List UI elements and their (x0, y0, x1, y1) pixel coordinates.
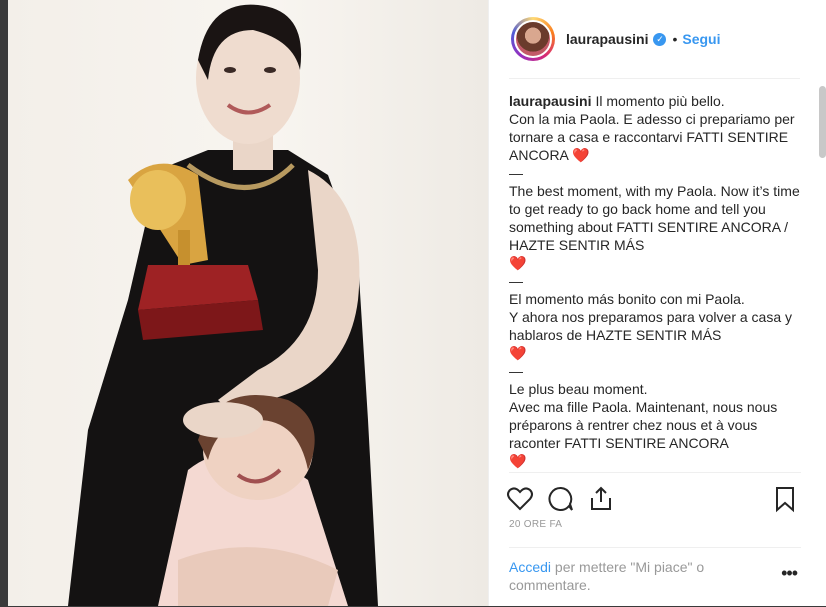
caption-scrollbar[interactable] (819, 86, 826, 158)
caption-username[interactable]: laurapausini (509, 93, 591, 109)
photo-illustration (68, 4, 378, 606)
caption-text-3: — El momento más bonito con mi Paola. Y … (509, 273, 793, 361)
follow-button[interactable]: Segui (682, 31, 720, 47)
caption-block: laurapausini Il momento più bello. Con la… (509, 92, 801, 164)
post-details-panel: laurapausini ✓ • Segui laurapausini Il mo… (488, 0, 826, 606)
login-text: Accedi per mettere "Mi piace" o commenta… (509, 558, 739, 594)
post-photo[interactable] (8, 0, 488, 606)
avatar-story-ring[interactable] (511, 17, 555, 61)
caption-text-2: — The best moment, with my Paola. Now it… (509, 165, 800, 271)
caption-scroll-area[interactable]: laurapausini Il momento più bello. Con la… (509, 78, 801, 472)
action-bar: 20 ORE FA (506, 472, 801, 530)
heart-icon[interactable] (506, 485, 534, 513)
more-options-icon[interactable]: ••• (781, 564, 798, 582)
comment-bubble-icon[interactable] (547, 485, 575, 513)
verified-badge-icon: ✓ (653, 32, 667, 46)
header-username[interactable]: laurapausini (566, 31, 648, 47)
share-icon[interactable] (587, 485, 615, 513)
instagram-post: laurapausini ✓ • Segui laurapausini Il mo… (8, 0, 826, 606)
login-prompt: Accedi per mettere "Mi piace" o commenta… (509, 547, 801, 607)
avatar (514, 20, 552, 58)
post-header: laurapausini ✓ • Segui (509, 0, 800, 79)
bookmark-icon[interactable] (771, 485, 799, 513)
caption-text-4: — Le plus beau moment. Avec ma fille Pao… (509, 363, 778, 469)
post-timestamp[interactable]: 20 ORE FA (509, 519, 562, 530)
login-link[interactable]: Accedi (509, 559, 551, 575)
separator-dot: • (672, 31, 678, 47)
